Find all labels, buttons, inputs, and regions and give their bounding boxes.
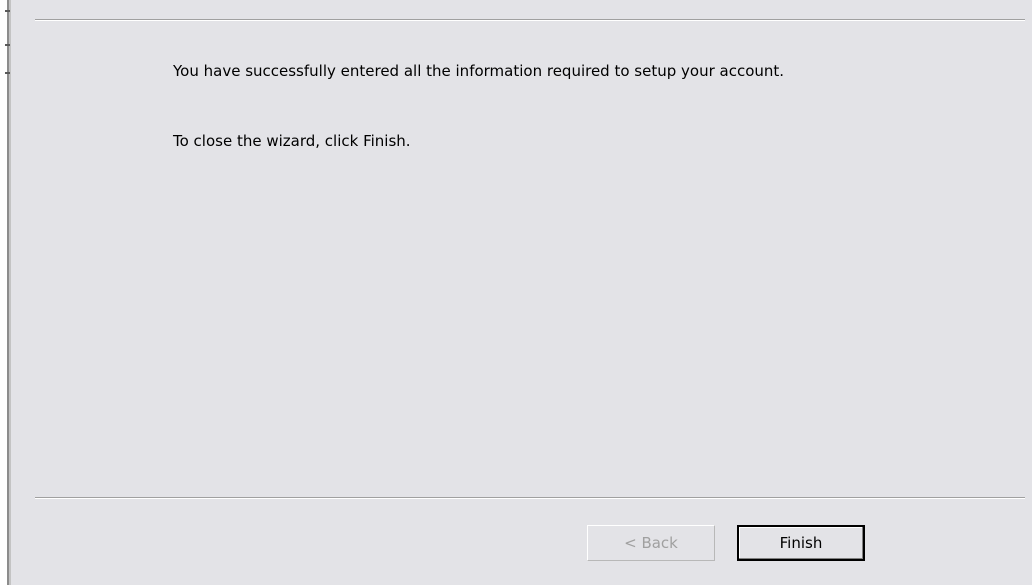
wizard-dialog: You have successfully entered all the in… (11, 0, 1032, 585)
window-left-border (0, 0, 11, 585)
finish-button[interactable]: Finish (737, 525, 865, 561)
bottom-separator (35, 497, 1025, 499)
back-button[interactable]: < Back (587, 525, 715, 561)
close-instruction-message: To close the wizard, click Finish. (173, 132, 411, 150)
top-separator (35, 19, 1025, 21)
success-message: You have successfully entered all the in… (173, 62, 785, 80)
